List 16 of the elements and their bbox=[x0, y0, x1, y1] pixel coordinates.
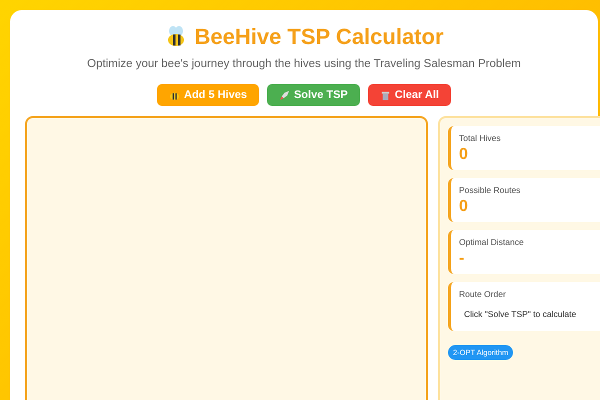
hive-canvas[interactable] bbox=[25, 116, 428, 400]
stat-label: Total Hives bbox=[459, 133, 502, 143]
stat-label: Route Order bbox=[459, 289, 507, 299]
action-button[interactable]: Clear All bbox=[368, 84, 451, 106]
app-subtitle: Optimize your bee's journey through the hives using the Traveling Salesman Problem bbox=[86, 58, 522, 70]
route-text: Click "Solve TSP" to calculate bbox=[464, 309, 578, 319]
action-button[interactable]: Add 5 Hives bbox=[157, 84, 259, 106]
stat-value: - bbox=[459, 250, 466, 268]
rocket-icon bbox=[278, 90, 290, 100]
stat-label: Possible Routes bbox=[459, 185, 522, 195]
stat-value: 0 bbox=[459, 146, 469, 164]
action-button[interactable]: Solve TSP bbox=[266, 84, 360, 106]
stat-value: 0 bbox=[459, 198, 469, 216]
stat-label: Optimal Distance bbox=[459, 237, 525, 247]
app-title: BeeHive TSP Calculator bbox=[194, 24, 444, 50]
trash-icon bbox=[380, 90, 391, 100]
